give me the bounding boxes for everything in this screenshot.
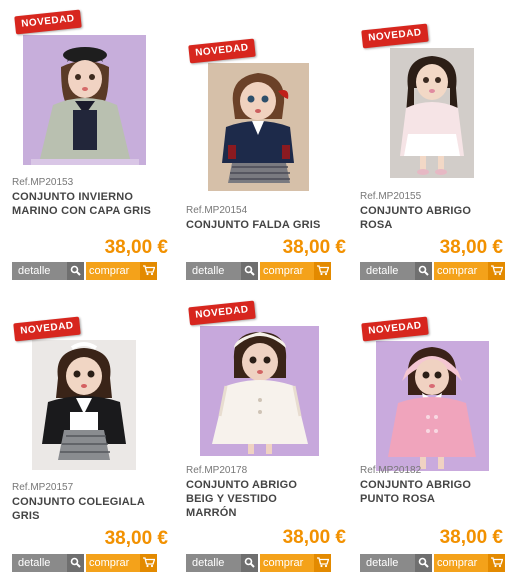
novedad-badge: NOVEDAD [13, 316, 81, 342]
product-price: 38,00 € [104, 237, 168, 258]
product-ref: Ref.MP20155 [360, 191, 422, 202]
product-card: NOVEDAD Ref.MP20154 CONJUNTO FALDA GRIS … [186, 38, 346, 283]
product-image[interactable] [376, 341, 489, 471]
comprar-label: comprar [263, 557, 304, 569]
novedad-badge: NOVEDAD [14, 9, 82, 35]
cart-icon [314, 554, 331, 572]
product-ref: Ref.MP20182 [360, 465, 422, 476]
detalle-label: detalle [192, 557, 225, 569]
product-actions: detalle comprar [360, 554, 515, 572]
comprar-label: comprar [437, 557, 478, 569]
comprar-button[interactable]: comprar [260, 262, 331, 280]
product-name-link[interactable]: CONJUNTO ABRIGO BEIG Y VESTIDO MARRÓN [186, 478, 316, 520]
detalle-label: detalle [18, 265, 51, 277]
detalle-button[interactable]: detalle [186, 554, 258, 572]
product-ref: Ref.MP20153 [12, 177, 74, 188]
magnifier-icon [241, 554, 258, 572]
detalle-label: detalle [18, 557, 51, 569]
product-actions: detalle comprar [186, 554, 341, 572]
product-info: Ref.MP20182 CONJUNTO ABRIGO PUNTO ROSA [360, 465, 519, 506]
magnifier-icon [415, 262, 432, 280]
comprar-label: comprar [263, 265, 304, 277]
product-price: 38,00 € [439, 527, 503, 548]
product-name-link[interactable]: CONJUNTO ABRIGO PUNTO ROSA [360, 478, 490, 506]
product-name-link[interactable]: CONJUNTO FALDA GRIS [186, 218, 346, 232]
product-card: NOVEDAD Ref.MP20153 CONJUNTO INVIERNO MA… [12, 8, 172, 283]
product-actions: detalle comprar [12, 554, 167, 572]
product-image[interactable] [390, 48, 474, 178]
cart-icon [140, 262, 157, 280]
comprar-button[interactable]: comprar [86, 262, 157, 280]
comprar-label: comprar [89, 265, 130, 277]
product-price: 38,00 € [282, 527, 346, 548]
magnifier-icon [415, 554, 432, 572]
detalle-button[interactable]: detalle [186, 262, 258, 280]
magnifier-icon [241, 262, 258, 280]
detalle-button[interactable]: detalle [12, 262, 84, 280]
product-ref: Ref.MP20154 [186, 205, 248, 216]
cart-icon [488, 554, 505, 572]
comprar-button[interactable]: comprar [434, 554, 505, 572]
magnifier-icon [67, 262, 84, 280]
product-actions: detalle comprar [12, 262, 167, 280]
novedad-badge: NOVEDAD [361, 316, 429, 342]
detalle-label: detalle [192, 265, 225, 277]
product-name-link[interactable]: CONJUNTO ABRIGO ROSA [360, 204, 490, 232]
product-card: NOVEDAD Ref.MP20182 CONJUNTO ABRIGO PUNT… [360, 316, 519, 576]
product-card: NOVEDAD Ref.MP20155 CONJUNTO ABRIGO ROSA… [360, 22, 519, 283]
detalle-button[interactable]: detalle [12, 554, 84, 572]
product-card: NOVEDAD Ref.MP20157 CONJUNTO COLEGIALA G… [12, 316, 172, 576]
detalle-button[interactable]: detalle [360, 554, 432, 572]
cart-icon [314, 262, 331, 280]
product-info: Ref.MP20178 CONJUNTO ABRIGO BEIG Y VESTI… [186, 465, 346, 520]
novedad-badge: NOVEDAD [188, 300, 256, 326]
product-actions: detalle comprar [186, 262, 341, 280]
product-name-link[interactable]: CONJUNTO INVIERNO MARINO CON CAPA GRIS [12, 190, 152, 218]
product-info: Ref.MP20153 CONJUNTO INVIERNO MARINO CON… [12, 177, 172, 218]
comprar-button[interactable]: comprar [434, 262, 505, 280]
magnifier-icon [67, 554, 84, 572]
comprar-label: comprar [437, 265, 478, 277]
product-ref: Ref.MP20178 [186, 465, 248, 476]
product-name-link[interactable]: CONJUNTO COLEGIALA GRIS [12, 495, 162, 523]
product-image[interactable] [208, 63, 309, 191]
product-price: 38,00 € [104, 528, 168, 549]
product-price: 38,00 € [439, 237, 503, 258]
product-actions: detalle comprar [360, 262, 515, 280]
detalle-label: detalle [366, 265, 399, 277]
product-image[interactable] [200, 326, 319, 456]
detalle-button[interactable]: detalle [360, 262, 432, 280]
product-info: Ref.MP20157 CONJUNTO COLEGIALA GRIS [12, 482, 172, 523]
detalle-label: detalle [366, 557, 399, 569]
cart-icon [140, 554, 157, 572]
product-info: Ref.MP20155 CONJUNTO ABRIGO ROSA [360, 191, 519, 232]
product-price: 38,00 € [282, 237, 346, 258]
cart-icon [488, 262, 505, 280]
product-info: Ref.MP20154 CONJUNTO FALDA GRIS [186, 205, 346, 232]
product-image[interactable] [32, 340, 136, 470]
comprar-button[interactable]: comprar [86, 554, 157, 572]
product-image[interactable] [23, 35, 146, 165]
novedad-badge: NOVEDAD [361, 23, 429, 49]
product-ref: Ref.MP20157 [12, 482, 74, 493]
comprar-label: comprar [89, 557, 130, 569]
comprar-button[interactable]: comprar [260, 554, 331, 572]
novedad-badge: NOVEDAD [188, 38, 256, 64]
product-card: NOVEDAD Ref.MP20178 CONJUNTO ABRIGO BEIG… [186, 300, 346, 576]
